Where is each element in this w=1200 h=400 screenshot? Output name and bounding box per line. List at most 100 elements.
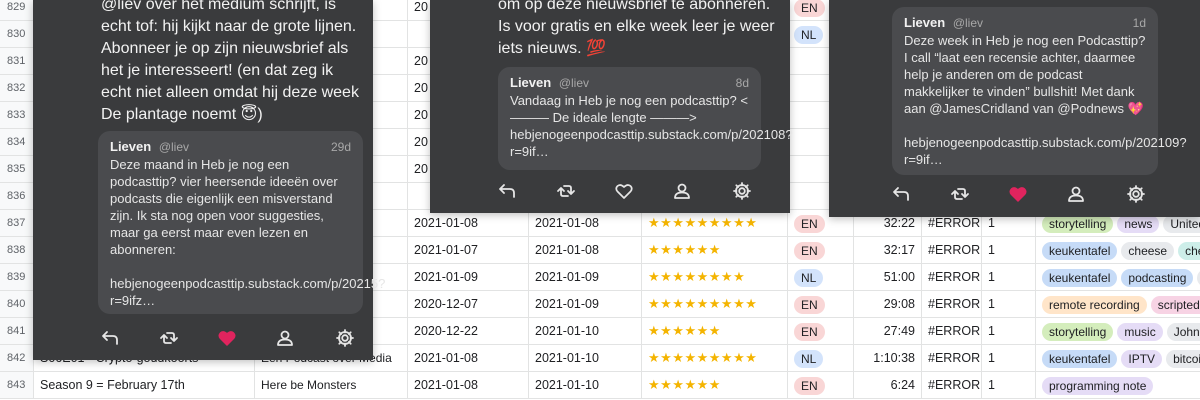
duration-cell[interactable]: 29:08 xyxy=(854,291,922,317)
rating-cell[interactable]: ★★★★★★★★ xyxy=(642,264,788,290)
tag-chip: programming note xyxy=(1042,376,1154,395)
row-number[interactable]: 834 xyxy=(0,129,34,155)
quoted-tweet-text: Deze maand in Heb je nog een podcasttip?… xyxy=(110,157,386,308)
retweet-icon[interactable] xyxy=(556,181,578,203)
row-number[interactable]: 831 xyxy=(0,48,34,74)
heart-icon[interactable] xyxy=(614,181,636,203)
language-cell[interactable]: EN xyxy=(788,372,854,398)
row-number[interactable]: 840 xyxy=(0,291,34,317)
rating-cell[interactable]: ★★★★★★ xyxy=(642,237,788,263)
tags-cell[interactable]: keukentafelpodcastingGa xyxy=(1036,264,1200,290)
row-number[interactable]: 842 xyxy=(0,345,34,371)
tags-cell[interactable]: keukentafelIPTVbitcoin xyxy=(1036,345,1200,371)
table-row[interactable]: 843 Season 9 = February 17th Here be Monst… xyxy=(0,372,1200,399)
gear-icon[interactable] xyxy=(732,181,754,203)
quoted-tweet[interactable]: Lieven @liev 8d Vandaag in Heb je nog ee… xyxy=(498,67,793,170)
duration-cell[interactable]: 1:10:38 xyxy=(854,345,922,371)
formula-cell[interactable]: #ERROR! xyxy=(922,237,982,263)
tweet-card[interactable]: om op deze nieuwsbrief te abonneren. Is … xyxy=(430,0,793,213)
quoted-tweet[interactable]: Lieven @liev 1d Deze week in Heb je nog … xyxy=(892,7,1187,175)
language-chip: EN xyxy=(794,214,825,233)
heart-icon[interactable] xyxy=(1008,184,1030,206)
rating-cell[interactable]: ★★★★★★★★★ xyxy=(642,210,788,236)
formula-cell[interactable]: #ERROR! xyxy=(922,345,982,371)
review-date-cell[interactable]: 2021-01-09 xyxy=(529,264,642,290)
review-date-cell[interactable]: 2021-01-10 xyxy=(529,318,642,344)
rating-cell[interactable]: ★★★★★★★★★ xyxy=(642,291,788,317)
tweet-actions xyxy=(101,328,363,350)
retweet-icon[interactable] xyxy=(950,184,972,206)
gear-icon[interactable] xyxy=(335,328,357,350)
count-cell[interactable]: 1 xyxy=(982,372,1036,398)
row-number[interactable]: 829 xyxy=(0,0,34,20)
formula-cell[interactable]: #ERROR! xyxy=(922,264,982,290)
tags-cell[interactable]: remote recordingscripted i xyxy=(1036,291,1200,317)
row-number[interactable]: 843 xyxy=(0,372,34,398)
quoted-tweet-header: Lieven @liev 8d xyxy=(510,75,749,91)
rating-cell[interactable]: ★★★★★★ xyxy=(642,318,788,344)
duration-cell[interactable]: 6:24 xyxy=(854,372,922,398)
tag-chip: scripted i xyxy=(1150,295,1200,314)
row-number[interactable]: 836 xyxy=(0,183,34,209)
language-cell[interactable]: NL xyxy=(788,264,854,290)
review-date-cell[interactable]: 2021-01-08 xyxy=(529,237,642,263)
tags-cell[interactable]: keukentafelcheesechee xyxy=(1036,237,1200,263)
tag-chip: John J xyxy=(1166,322,1200,341)
gear-icon[interactable] xyxy=(1126,184,1148,206)
count-cell[interactable]: 1 xyxy=(982,318,1036,344)
tweet-card[interactable]: @liev over het medium schrijft, is echt … xyxy=(33,0,386,360)
row-number[interactable]: 835 xyxy=(0,156,34,182)
row-number[interactable]: 830 xyxy=(0,21,34,47)
review-date-cell[interactable]: 2021-01-08 xyxy=(529,210,642,236)
publish-date-cell[interactable]: 2021-01-09 xyxy=(408,264,529,290)
formula-cell[interactable]: #ERROR! xyxy=(922,291,982,317)
tweet-age: 1d xyxy=(1132,16,1146,30)
rating-cell[interactable]: ★★★★★★ xyxy=(642,372,788,398)
publish-date-cell[interactable]: 2021-01-08 xyxy=(408,372,529,398)
count-cell[interactable]: 1 xyxy=(982,237,1036,263)
row-number[interactable]: 837 xyxy=(0,210,34,236)
publish-date-cell[interactable]: 2021-01-08 xyxy=(408,345,529,371)
duration-cell[interactable]: 32:17 xyxy=(854,237,922,263)
tweet-card[interactable]: Lieven @liev 1d Deze week in Heb je nog … xyxy=(829,0,1200,217)
show-name-cell[interactable]: Here be Monsters xyxy=(255,372,408,398)
language-chip: NL xyxy=(794,268,824,287)
publish-date-cell[interactable]: 2021-01-08 xyxy=(408,210,529,236)
review-date-cell[interactable]: 2021-01-09 xyxy=(529,291,642,317)
tags-cell[interactable]: programming note xyxy=(1036,372,1200,398)
profile-icon[interactable] xyxy=(1066,184,1088,206)
row-number[interactable]: 838 xyxy=(0,237,34,263)
language-cell[interactable]: EN xyxy=(788,318,854,344)
profile-icon[interactable] xyxy=(672,181,694,203)
language-cell[interactable]: NL xyxy=(788,345,854,371)
review-date-cell[interactable]: 2021-01-10 xyxy=(529,345,642,371)
episode-title-cell[interactable]: Season 9 = February 17th xyxy=(34,372,255,398)
publish-date-cell[interactable]: 2021-01-07 xyxy=(408,237,529,263)
profile-icon[interactable] xyxy=(275,328,297,350)
tags-cell[interactable]: storytellingmusicJohn J xyxy=(1036,318,1200,344)
publish-date-cell[interactable]: 2020-12-07 xyxy=(408,291,529,317)
tag-chip: storytelling xyxy=(1042,322,1114,341)
quoted-tweet[interactable]: Lieven @liev 29d Deze maand in Heb je no… xyxy=(98,131,386,314)
row-number[interactable]: 833 xyxy=(0,102,34,128)
reply-icon[interactable] xyxy=(892,184,914,206)
duration-cell[interactable]: 27:49 xyxy=(854,318,922,344)
reply-icon[interactable] xyxy=(101,328,123,350)
row-number[interactable]: 841 xyxy=(0,318,34,344)
formula-cell[interactable]: #ERROR! xyxy=(922,372,982,398)
row-number[interactable]: 839 xyxy=(0,264,34,290)
heart-icon[interactable] xyxy=(217,328,239,350)
rating-cell[interactable]: ★★★★★★★★★ xyxy=(642,345,788,371)
language-cell[interactable]: EN xyxy=(788,291,854,317)
retweet-icon[interactable] xyxy=(159,328,181,350)
count-cell[interactable]: 1 xyxy=(982,264,1036,290)
review-date-cell[interactable]: 2021-01-10 xyxy=(529,372,642,398)
count-cell[interactable]: 1 xyxy=(982,291,1036,317)
publish-date-cell[interactable]: 2020-12-22 xyxy=(408,318,529,344)
formula-cell[interactable]: #ERROR! xyxy=(922,318,982,344)
row-number[interactable]: 832 xyxy=(0,75,34,101)
count-cell[interactable]: 1 xyxy=(982,345,1036,371)
reply-icon[interactable] xyxy=(498,181,520,203)
duration-cell[interactable]: 51:00 xyxy=(854,264,922,290)
language-cell[interactable]: EN xyxy=(788,237,854,263)
